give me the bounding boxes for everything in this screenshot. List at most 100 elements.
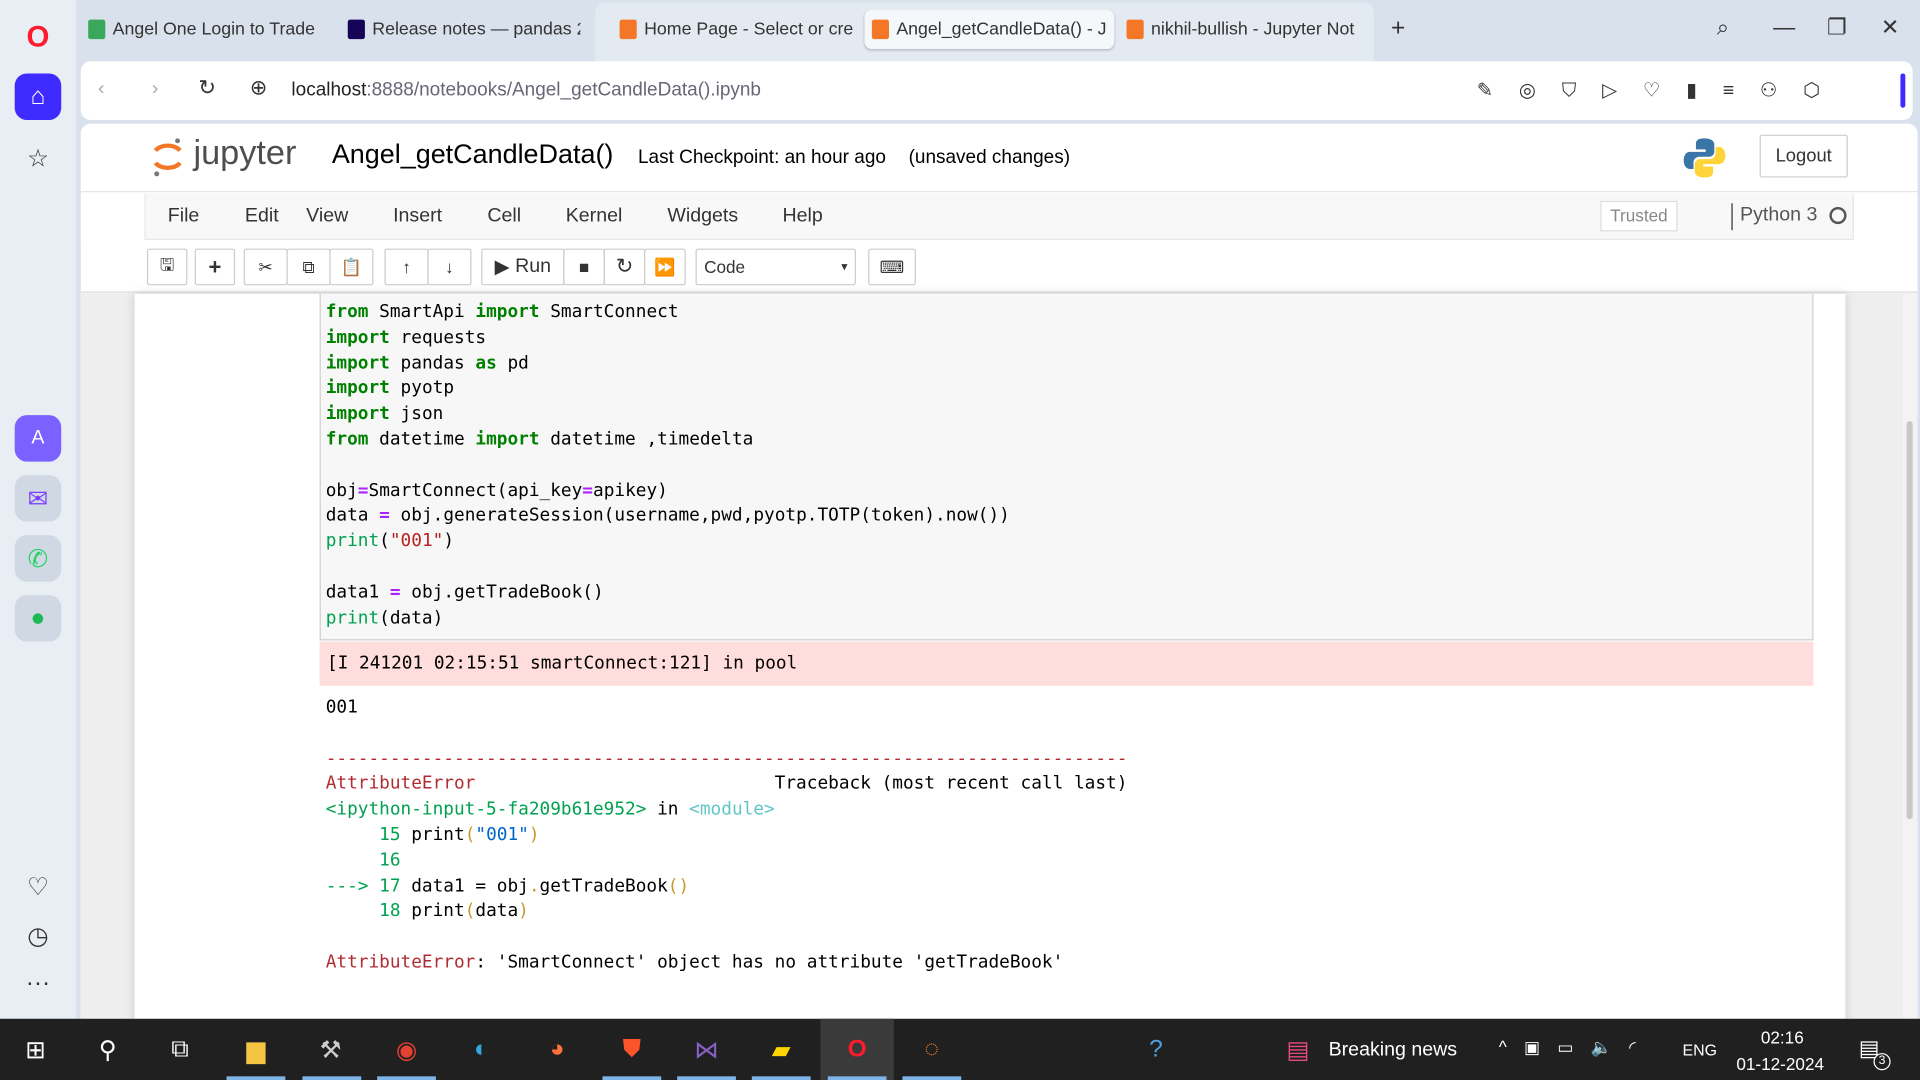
run-button[interactable]: ▶ Run bbox=[481, 248, 565, 286]
heart-icon[interactable]: ♡ bbox=[15, 863, 62, 910]
code-cell-input[interactable]: from SmartApi import SmartConnect import … bbox=[319, 293, 1814, 641]
code-token: obj bbox=[325, 480, 358, 501]
reload-icon[interactable]: ↻ bbox=[198, 76, 215, 100]
menu-file[interactable]: File bbox=[168, 206, 200, 228]
kernel-name[interactable]: Python 3 bbox=[1740, 204, 1817, 226]
keyboard-icon[interactable]: ⌨ bbox=[868, 248, 916, 286]
home-icon[interactable]: ⌂ bbox=[14, 73, 62, 121]
restart-icon[interactable]: ↻ bbox=[603, 248, 646, 286]
jupyter-logo-icon[interactable] bbox=[152, 136, 184, 177]
menu-help[interactable]: Help bbox=[782, 206, 822, 228]
trusted-indicator[interactable]: Trusted bbox=[1600, 200, 1678, 232]
visual-studio-icon[interactable]: ⋈ bbox=[688, 1031, 725, 1068]
tools-icon[interactable]: ⚒ bbox=[312, 1031, 349, 1068]
code-line: AttributeError: 'SmartConnect' object ha… bbox=[326, 950, 1128, 975]
news-widget[interactable]: Breaking news bbox=[1329, 1040, 1458, 1062]
interrupt-icon[interactable]: ■ bbox=[563, 248, 605, 286]
spotify-icon[interactable]: ● bbox=[14, 595, 62, 642]
wifi-icon[interactable]: ◜ bbox=[1629, 1037, 1653, 1057]
clock-date[interactable]: 01-12-2024 bbox=[1736, 1054, 1824, 1074]
browser-tab[interactable]: Angel_getCandleData() - J bbox=[864, 9, 1115, 49]
menu-icon[interactable]: ≡ bbox=[1723, 81, 1760, 102]
browser-tab[interactable]: Release notes — pandas 2 bbox=[340, 10, 580, 49]
back-icon[interactable]: ‹ bbox=[98, 78, 105, 100]
scrollbar-thumb[interactable] bbox=[1906, 421, 1913, 820]
notebook-area: from SmartApi import SmartConnect import … bbox=[80, 293, 1918, 1019]
restore-icon[interactable]: ❐ bbox=[1827, 15, 1847, 41]
menu-kernel[interactable]: Kernel bbox=[566, 206, 623, 228]
opera-logo-icon[interactable]: O bbox=[15, 15, 62, 62]
camera-icon[interactable]: ◎ bbox=[1519, 81, 1562, 102]
cell-type-select[interactable]: Code ▾ bbox=[695, 248, 856, 286]
jupyter-logo-text[interactable]: jupyter bbox=[193, 133, 296, 172]
shield-icon[interactable]: ⛉ bbox=[1562, 81, 1602, 102]
move-up-icon[interactable]: ↑ bbox=[384, 248, 429, 286]
notebook-name[interactable]: Angel_getCandleData() bbox=[332, 138, 614, 170]
system-tray[interactable]: ^▣▭🔈◜ bbox=[1499, 1037, 1653, 1058]
battery-icon[interactable]: ▭ bbox=[1557, 1037, 1590, 1057]
star-icon[interactable]: ☆ bbox=[15, 135, 62, 182]
tab-favicon-icon bbox=[88, 19, 106, 40]
restart-run-all-icon[interactable]: ⏩ bbox=[644, 248, 686, 286]
language-indicator[interactable]: ENG bbox=[1682, 1041, 1716, 1059]
run-label: Run bbox=[515, 255, 552, 277]
close-icon[interactable]: ✕ bbox=[1881, 15, 1899, 41]
scrollbar[interactable] bbox=[1902, 293, 1918, 1019]
network-device-icon[interactable]: ▣ bbox=[1524, 1037, 1557, 1057]
menu-cell[interactable]: Cell bbox=[487, 206, 521, 228]
menu-widgets[interactable]: Widgets bbox=[667, 206, 738, 228]
insert-cell-button[interactable]: + bbox=[194, 248, 236, 286]
logout-button[interactable]: Logout bbox=[1759, 134, 1848, 178]
edge-icon[interactable]: ◐ bbox=[463, 1031, 500, 1068]
battery-icon[interactable]: ▮ bbox=[1686, 81, 1723, 102]
menu-view[interactable]: View bbox=[306, 206, 348, 228]
minimize-icon[interactable]: — bbox=[1773, 15, 1795, 41]
cut-icon[interactable]: ✂ bbox=[243, 248, 288, 286]
jupyter-icon[interactable]: ◌ bbox=[913, 1031, 950, 1068]
code-token: SmartConnect(api_key bbox=[368, 480, 583, 501]
extensions-icon[interactable]: ⬡ bbox=[1803, 81, 1846, 102]
copy-icon[interactable]: ⧉ bbox=[286, 248, 331, 286]
clock-time[interactable]: 02:16 bbox=[1761, 1027, 1804, 1047]
chrome-icon[interactable]: ◉ bbox=[388, 1031, 425, 1068]
sticky-notes-icon[interactable]: ▰ bbox=[763, 1031, 800, 1068]
whatsapp-icon[interactable]: ✆ bbox=[14, 535, 62, 582]
menu-edit[interactable]: Edit bbox=[245, 206, 279, 228]
news-icon[interactable]: ▤ bbox=[1280, 1031, 1317, 1068]
account-icon[interactable]: ⚇ bbox=[1760, 81, 1803, 102]
browser-tab[interactable]: Angel One Login to Trade bbox=[81, 10, 341, 49]
history-icon[interactable]: ◷ bbox=[15, 912, 62, 959]
browser-tab[interactable]: nikhil-bullish - Jupyter Not bbox=[1119, 10, 1364, 49]
more-icon[interactable]: ··· bbox=[15, 960, 62, 1007]
firefox-icon[interactable]: ◕ bbox=[539, 1031, 576, 1068]
play-icon[interactable]: ▷ bbox=[1602, 81, 1643, 102]
code-editor[interactable]: from SmartApi import SmartConnect import … bbox=[326, 300, 1010, 631]
aria-icon[interactable]: A bbox=[14, 415, 62, 462]
file-explorer-icon[interactable]: ▆ bbox=[238, 1031, 275, 1068]
brave-icon[interactable]: ⛊ bbox=[613, 1031, 650, 1068]
help-icon[interactable]: ? bbox=[1138, 1031, 1175, 1068]
search-icon[interactable]: ⚲ bbox=[89, 1031, 126, 1068]
share-icon[interactable]: ✎ bbox=[1477, 81, 1519, 102]
save-icon[interactable]: 🖫 bbox=[146, 248, 188, 286]
chevron-up-icon[interactable]: ^ bbox=[1499, 1037, 1524, 1057]
menu-insert[interactable]: Insert bbox=[393, 206, 442, 228]
url-input[interactable]: localhost:8888/notebooks/Angel_getCandle… bbox=[291, 80, 761, 102]
code-line: 15 print("001") bbox=[326, 823, 1128, 848]
task-view-icon[interactable]: ⧉ bbox=[162, 1031, 199, 1068]
code-token: ( bbox=[464, 825, 476, 845]
messenger-icon[interactable]: ✉ bbox=[14, 475, 62, 522]
volume-icon[interactable]: 🔈 bbox=[1591, 1037, 1629, 1057]
search-icon[interactable]: ⌕ bbox=[1717, 15, 1729, 41]
browser-tab[interactable]: Home Page - Select or cre bbox=[612, 10, 857, 49]
site-info-icon[interactable]: ⊕ bbox=[250, 76, 267, 100]
move-down-icon[interactable]: ↓ bbox=[427, 248, 472, 286]
new-tab-button[interactable]: + bbox=[1391, 15, 1405, 43]
forward-icon[interactable]: › bbox=[152, 78, 159, 100]
heart-icon[interactable]: ♡ bbox=[1643, 81, 1686, 102]
start-icon[interactable]: ⊞ bbox=[17, 1031, 54, 1068]
play-icon: ▶ bbox=[494, 257, 516, 278]
paste-icon[interactable]: 📋 bbox=[329, 248, 374, 286]
opera-icon[interactable]: O bbox=[839, 1031, 876, 1068]
